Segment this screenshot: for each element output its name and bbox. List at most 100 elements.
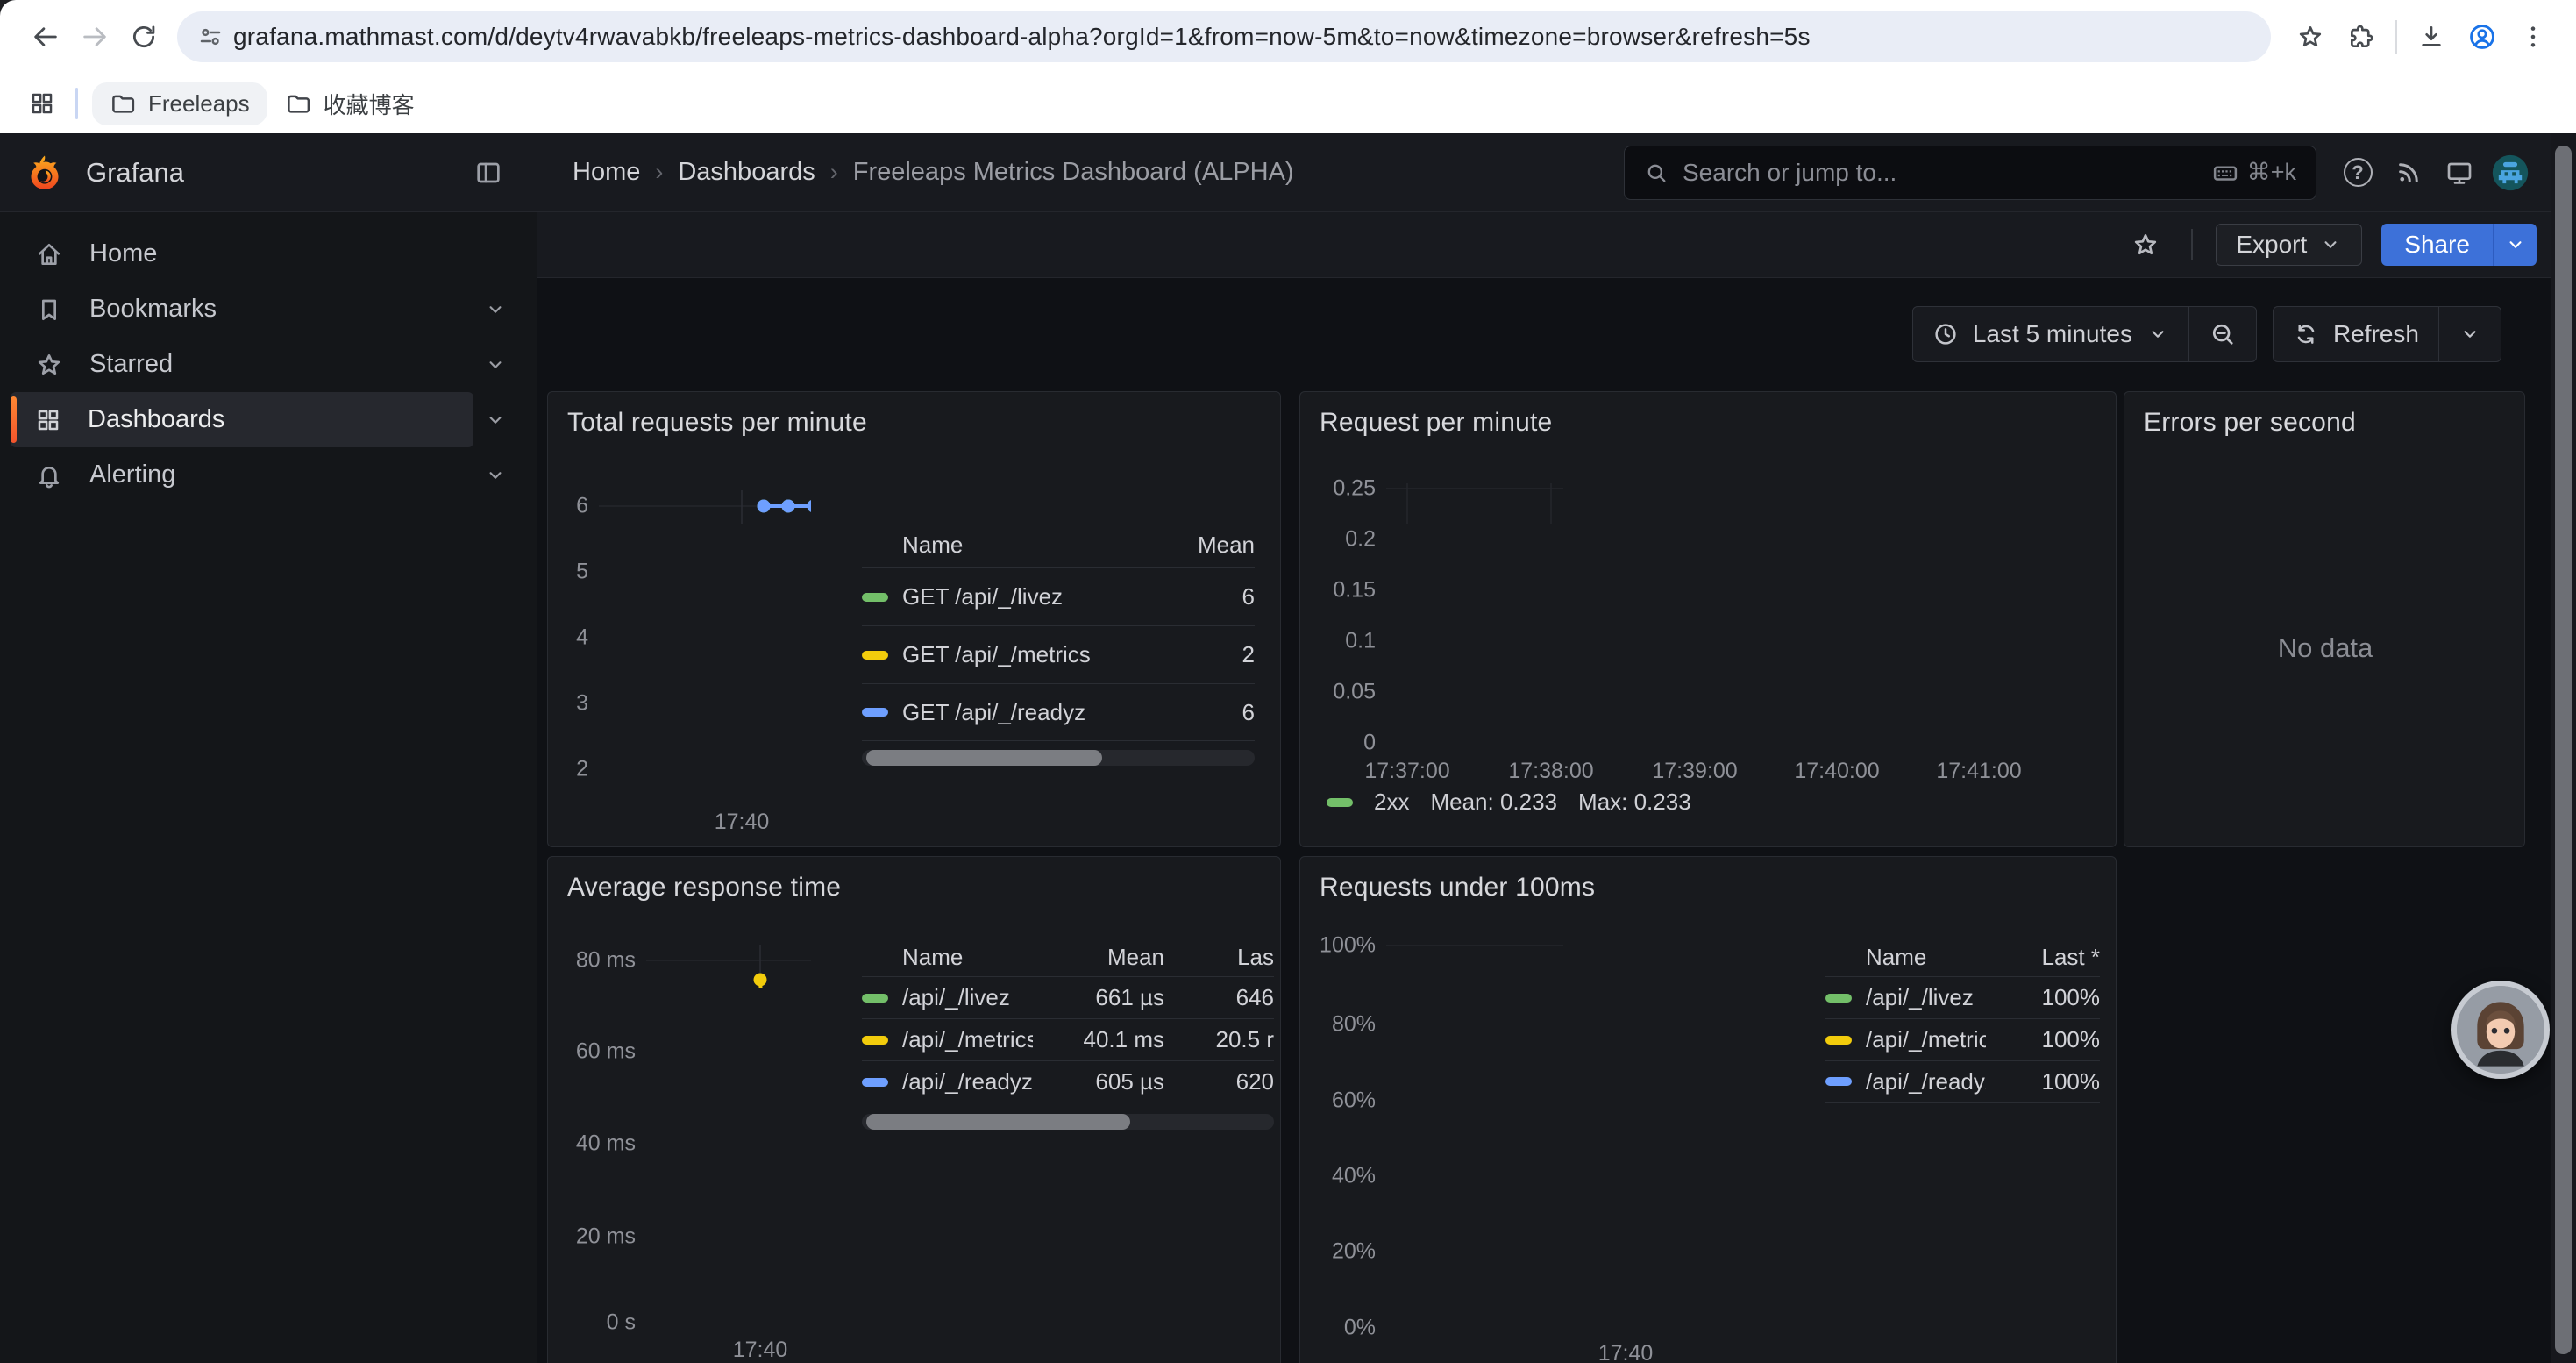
url-bar[interactable]: grafana.mathmast.com/d/deytv4rwavabkb/fr…	[177, 11, 2271, 62]
sidebar-item-label: Alerting	[89, 460, 175, 489]
chevron-down-icon	[2319, 233, 2342, 256]
legend-scrollbar[interactable]	[862, 750, 1255, 766]
sidebar-link-starred[interactable]: Starred	[11, 337, 473, 392]
chevron-down-icon[interactable]	[473, 353, 517, 376]
panel-3: Errors per secondNo data	[2124, 391, 2525, 847]
breadcrumb-dashboards[interactable]: Dashboards	[678, 158, 815, 187]
extensions-icon[interactable]	[2336, 12, 2387, 61]
series-last: 100%	[1986, 1026, 2100, 1053]
chevron-down-icon[interactable]	[473, 298, 517, 321]
legend-header-last[interactable]: Last *	[1986, 944, 2100, 971]
breadcrumb-home[interactable]: Home	[573, 158, 640, 187]
grafana-flame-icon[interactable]	[25, 153, 65, 193]
assistant-avatar[interactable]	[2451, 981, 2550, 1079]
legend-line[interactable]: 2xxMean: 0.233Max: 0.233	[1327, 789, 1691, 816]
panel-title[interactable]: Errors per second	[2144, 408, 2356, 438]
legend-scrollbar-thumb[interactable]	[866, 1114, 1130, 1130]
panel-toggle-icon[interactable]	[466, 151, 510, 195]
series-color-pill	[1327, 798, 1353, 807]
series-last: 646	[1164, 984, 1274, 1011]
legend-row[interactable]: /api/_/livez661 µs646	[862, 976, 1274, 1018]
bookmark-folder-blogs[interactable]: 收藏博客	[267, 80, 432, 128]
sidebar-link-bookmarks[interactable]: Bookmarks	[11, 282, 473, 337]
refresh-interval-button[interactable]	[2438, 307, 2501, 361]
x-axis-tick: 17:41:00	[1936, 759, 2021, 784]
legend-row[interactable]: /api/_/metrics100%	[1825, 1018, 2100, 1060]
share-button[interactable]: Share	[2381, 224, 2493, 266]
chevron-down-icon[interactable]	[473, 409, 517, 432]
series-color-pill	[862, 593, 888, 602]
rss-icon[interactable]	[2383, 147, 2434, 198]
legend-table: NameLast */api/_/livez100%/api/_/metrics…	[1825, 938, 2100, 1103]
legend-header-mean[interactable]: Mean	[1149, 532, 1255, 559]
legend-row[interactable]: GET /api/_/metrics2	[862, 625, 1255, 683]
refresh-button[interactable]: Refresh	[2274, 307, 2438, 361]
breadcrumb: Home › Dashboards › Freeleaps Metrics Da…	[573, 158, 1294, 187]
sidebar-link-dashboards[interactable]: Dashboards	[11, 392, 473, 447]
time-range-button[interactable]: Last 5 minutes	[1913, 307, 2188, 361]
legend-row[interactable]: /api/_/readyz605 µs620	[862, 1060, 1274, 1103]
legend-scrollbar-thumb[interactable]	[866, 750, 1102, 766]
legend-header-last[interactable]: Las	[1164, 944, 1274, 971]
grafana-header-left: Grafana	[0, 133, 537, 211]
y-axis-tick: 0.05	[1333, 680, 1376, 705]
series-color-pill	[1825, 994, 1852, 1003]
search-input[interactable]: Search or jump to... ⌘+k	[1624, 146, 2316, 200]
menu-dots-icon[interactable]	[2508, 12, 2558, 61]
chart-canvas	[1300, 857, 1563, 988]
legend-row[interactable]: /api/_/livez100%	[1825, 976, 2100, 1018]
y-axis-tick: 0	[1363, 731, 1376, 756]
sidebar-link-home[interactable]: Home	[11, 226, 473, 282]
browser-actions	[2285, 12, 2558, 61]
series-name: GET /api/_/readyz	[902, 699, 1149, 726]
series-color-pill	[862, 651, 888, 660]
chevron-down-icon	[2146, 323, 2169, 346]
zoom-out-button[interactable]	[2188, 307, 2256, 361]
dashboard-content: Export Share Last 5 minutes	[537, 212, 2576, 1363]
tune-icon[interactable]	[188, 14, 233, 60]
y-axis-tick: 40%	[1332, 1164, 1376, 1189]
export-button[interactable]: Export	[2216, 224, 2362, 266]
legend-row[interactable]: GET /api/_/livez6	[862, 567, 1255, 625]
legend-header-name: Name	[902, 944, 1033, 971]
bookmark-star-icon[interactable]	[2285, 12, 2336, 61]
legend-row[interactable]: /api/_/readyz100%	[1825, 1060, 2100, 1103]
download-icon[interactable]	[2406, 12, 2457, 61]
bookmark-folder-freeleaps[interactable]: Freeleaps	[92, 82, 267, 125]
x-axis-tick: 17:40	[733, 1338, 788, 1363]
sidebar-link-alerting[interactable]: Alerting	[11, 447, 473, 503]
series-mean: 6	[1149, 699, 1255, 726]
legend-header-mean[interactable]: Mean	[1033, 944, 1164, 971]
y-axis-tick: 80%	[1332, 1012, 1376, 1038]
chevron-down-icon[interactable]	[473, 464, 517, 487]
panel-1: Total requests per minute6543217:40NameM…	[547, 391, 1281, 847]
user-avatar[interactable]	[2485, 147, 2536, 198]
legend-header-name: Name	[902, 532, 1149, 559]
grafana-header: Grafana Home › Dashboards › Freeleaps Me…	[0, 133, 2576, 212]
reload-icon[interactable]	[119, 12, 168, 61]
apps-grid-icon[interactable]	[21, 82, 63, 125]
legend-scrollbar[interactable]	[862, 1114, 1274, 1130]
y-axis-tick: 0.2	[1345, 527, 1376, 553]
star-icon[interactable]	[2123, 222, 2168, 268]
profile-icon[interactable]	[2457, 12, 2508, 61]
monitor-icon[interactable]	[2434, 147, 2485, 198]
header-icons: ?	[2332, 147, 2536, 198]
series-last: 620	[1164, 1068, 1274, 1095]
folder-icon	[110, 90, 136, 117]
page-scrollbar-thumb[interactable]	[2555, 146, 2572, 1354]
series-name: GET /api/_/livez	[902, 583, 1149, 610]
legend-row[interactable]: /api/_/metrics40.1 ms20.5 r	[862, 1018, 1274, 1060]
y-axis-tick: 60%	[1332, 1088, 1376, 1114]
series-name: /api/_/metrics	[1866, 1026, 1986, 1053]
help-icon[interactable]: ?	[2332, 147, 2383, 198]
series-color-pill	[862, 1036, 888, 1045]
share-menu-button[interactable]	[2493, 224, 2537, 266]
back-icon[interactable]	[21, 12, 70, 61]
y-axis-tick: 0.1	[1345, 629, 1376, 654]
panel-4: Average response time80 ms60 ms40 ms20 m…	[547, 856, 1281, 1363]
y-axis-tick: 20 ms	[576, 1224, 636, 1250]
share-split-button: Share	[2381, 224, 2537, 266]
legend-row[interactable]: GET /api/_/readyz6	[862, 683, 1255, 741]
y-axis-tick: 0.15	[1333, 578, 1376, 603]
